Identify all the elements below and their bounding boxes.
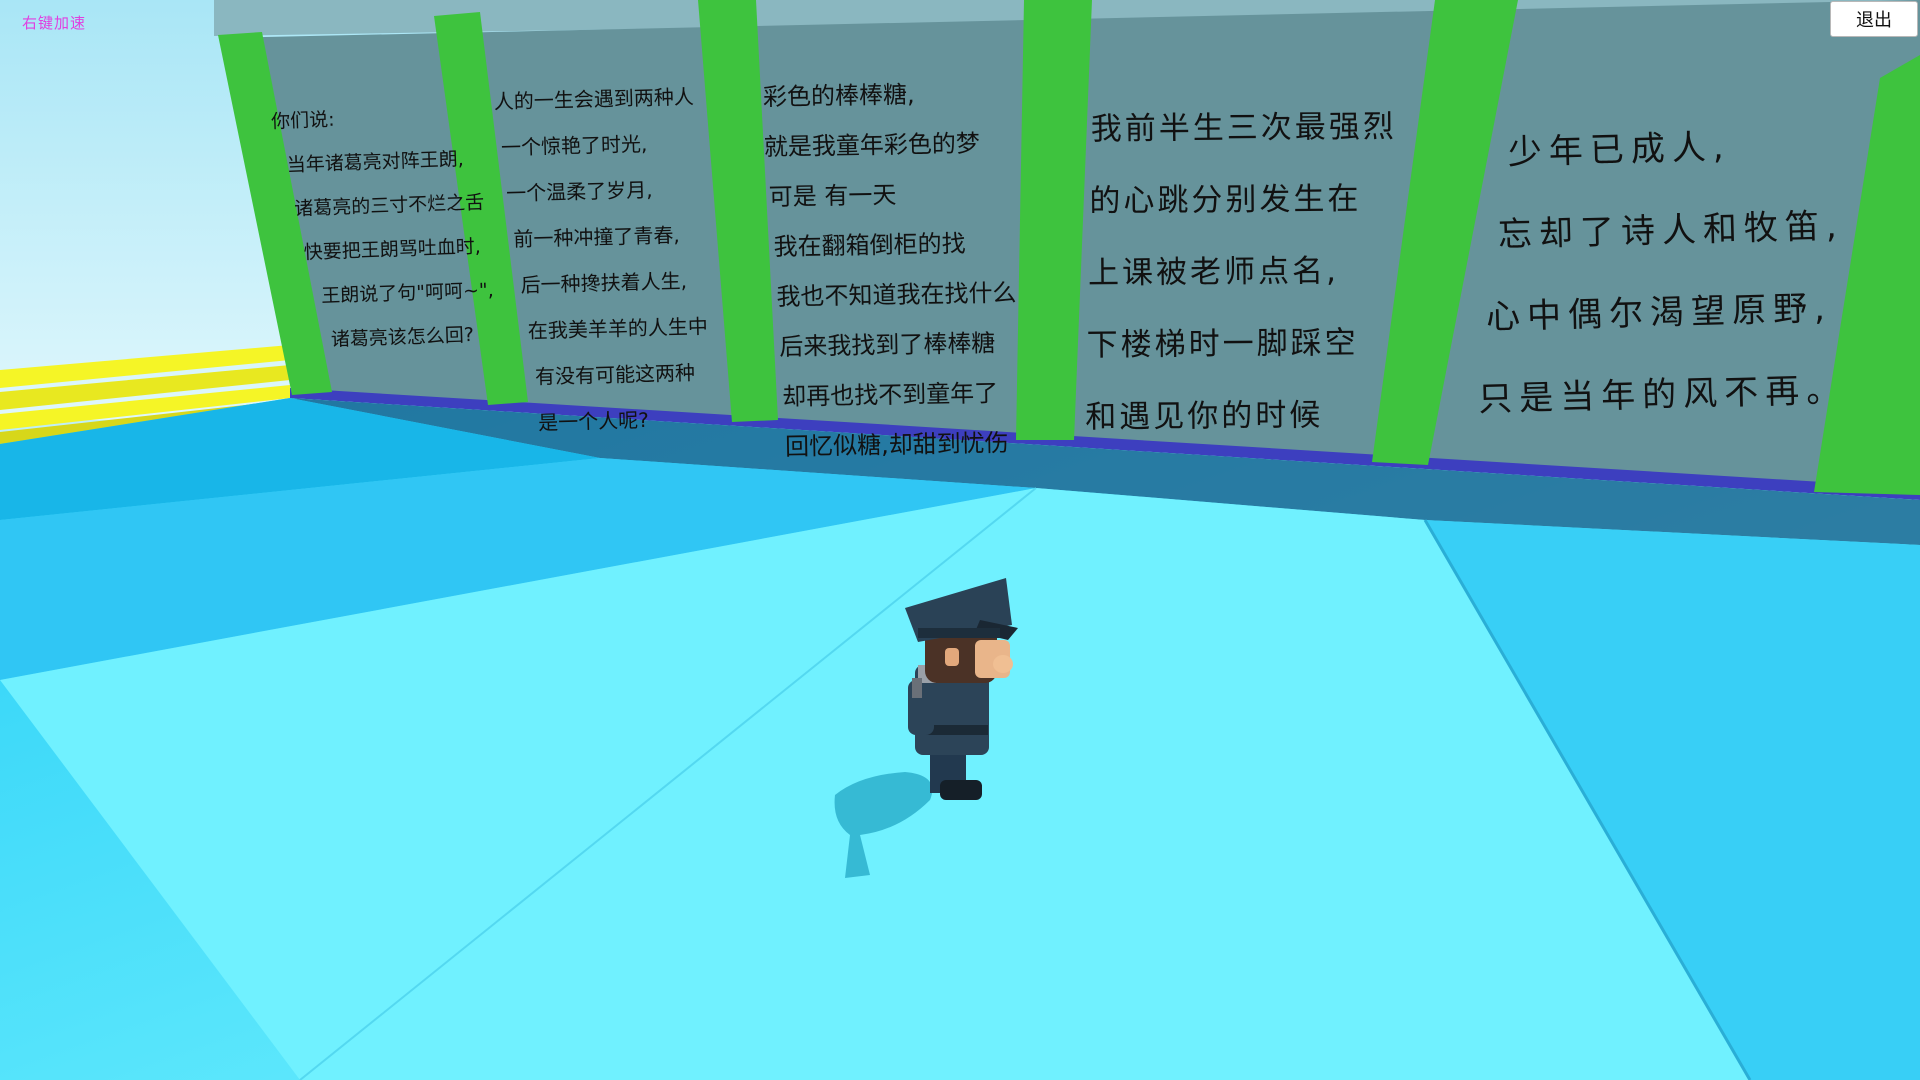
panel-line: 就是我童年彩色的梦 [763, 129, 981, 162]
panel-line: 后一种搀扶着人生, [520, 268, 688, 298]
panel-line: 只是当年的风不再。 [1477, 370, 1848, 420]
panel-line: 我前半生三次最强烈 [1090, 108, 1397, 148]
panel-line: 快要把王朗骂吐血时, [303, 235, 482, 264]
panel-line: 我在翻箱倒柜的找 [773, 229, 966, 262]
panel-line: 心中偶尔渴望原野, [1485, 288, 1833, 338]
panel-line: 我也不知道我在找什么 [776, 278, 1017, 312]
exit-button[interactable]: 退出 [1830, 1, 1918, 37]
panel-line: 有没有可能这两种 [534, 360, 696, 389]
panel-line: 在我美羊羊的人生中 [527, 314, 709, 343]
panel-line: 一个惊艳了时光, [500, 131, 648, 160]
panel-line: 当年诸葛亮对阵王朗, [286, 148, 465, 177]
wall-panel-text-3: 彩色的棒棒糖, 就是我童年彩色的梦 可是 有一天 我在翻箱倒柜的找 我也不知道我… [763, 68, 1020, 472]
panel-line: 是一个人呢? [537, 407, 650, 435]
wall-panel-text-2: 人的一生会遇到两种人 一个惊艳了时光, 一个温柔了岁月, 前一种冲撞了青春, 后… [493, 73, 711, 446]
panel-line: 你们说: [270, 108, 335, 133]
panel-line: 诸葛亮该怎么回? [330, 323, 475, 351]
panel-line: 人的一生会遇到两种人 [493, 84, 695, 114]
panel-line: 和遇见你的时候 [1085, 397, 1324, 436]
panel-line: 后来我找到了棒棒糖 [779, 329, 996, 361]
wall-panel-text-5: 少年已成人, 忘却了诗人和牧笛, 心中偶尔渴望原野, 只是当年的风不再。 [1471, 103, 1849, 441]
panel-line: 少年已成人, [1507, 127, 1732, 173]
panel-line: 彩色的棒棒糖, [762, 80, 915, 112]
panel-line: 的心跳分别发生在 [1089, 180, 1362, 220]
panel-line: 一个温柔了岁月, [505, 177, 653, 206]
wall-panel-text-4: 我前半生三次最强烈 的心跳分别发生在 上课被老师点名, 下楼梯时一脚踩空 和遇见… [1085, 91, 1399, 454]
panel-line: 王朗说了句"呵呵~", [320, 279, 495, 308]
panel-line: 下楼梯时一脚踩空 [1086, 325, 1359, 364]
panel-line: 可是 有一天 [768, 180, 897, 212]
panel-line: 却再也找不到童年了 [781, 379, 999, 411]
hint-text: 右键加速 [22, 14, 87, 32]
panel-line: 诸葛亮的三寸不烂之舌 [293, 191, 485, 221]
panel-line: 上课被老师点名, [1087, 253, 1340, 292]
panel-line: 回忆似糖,却甜到忧伤 [784, 428, 1009, 461]
wall-panel-text-1: 你们说: 当年诸葛亮对阵王朗, 诸葛亮的三寸不烂之舌 快要把王朗骂吐血时, 王朗… [270, 92, 496, 363]
panel-line: 前一种冲撞了青春, [513, 222, 681, 252]
panel-line: 忘却了诗人和牧笛, [1497, 206, 1845, 256]
